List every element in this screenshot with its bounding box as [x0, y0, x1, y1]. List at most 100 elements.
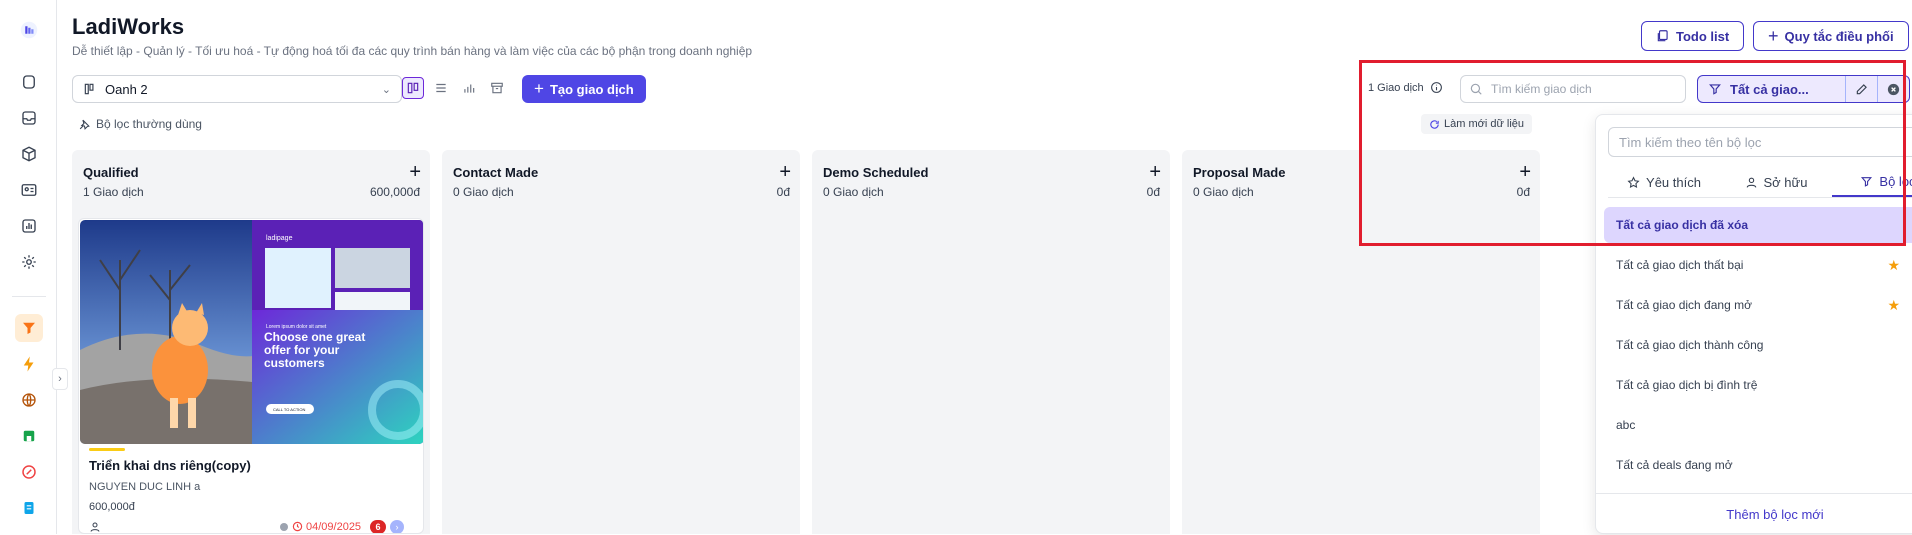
clear-filter-button[interactable] — [1877, 76, 1909, 102]
column-title: Contact Made — [453, 165, 539, 180]
settings-icon[interactable] — [17, 250, 41, 274]
info-icon[interactable] — [1430, 81, 1443, 94]
tab-filters-label: Bộ lọc — [1879, 174, 1912, 189]
copy-icon[interactable] — [17, 70, 41, 94]
filter-option[interactable]: Tất cả giao dịch bị đình trệ — [1604, 367, 1912, 403]
filter-icon — [1861, 177, 1873, 187]
column-count: 1 Giao dịch — [83, 185, 144, 199]
globe-icon[interactable] — [17, 388, 41, 412]
link-icon[interactable] — [17, 460, 41, 484]
filter-option-label: abc — [1616, 418, 1636, 432]
list-view-toggle[interactable] — [430, 77, 452, 99]
create-deal-label: Tạo giao dịch — [549, 81, 634, 97]
kanban-view-icon — [407, 82, 419, 94]
filter-option[interactable]: Tất cả giao dịch đã xóa — [1604, 207, 1912, 243]
report-icon[interactable] — [17, 214, 41, 238]
filter-select-button[interactable]: Tất cả giao... — [1698, 76, 1845, 102]
tab-favorites[interactable]: Yêu thích — [1608, 168, 1720, 197]
inbox-icon[interactable] — [17, 106, 41, 130]
tab-favorites-label: Yêu thích — [1646, 175, 1701, 190]
contact-card-icon[interactable] — [17, 178, 41, 202]
column-amount: 0đ — [1146, 185, 1160, 199]
routing-rules-button[interactable]: + Quy tắc điều phối — [1753, 21, 1909, 51]
box-icon[interactable] — [17, 142, 41, 166]
add-filter-button[interactable]: Thêm bộ lọc mới — [1596, 493, 1912, 535]
page-title: LadiWorks — [72, 14, 185, 39]
filter-search-input[interactable]: Tìm kiếm theo tên bộ lọc — [1608, 127, 1912, 157]
saved-filters-label: Bộ lọc thường dùng — [96, 117, 202, 131]
star-filled-icon[interactable]: ★ — [1887, 297, 1900, 314]
main-content: LadiWorks Dễ thiết lập - Quản lý - Tối ư… — [57, 0, 1912, 534]
archive-view-toggle[interactable] — [486, 77, 508, 99]
image-cta-text: CALL TO ACTION — [273, 407, 305, 412]
filter-option-label: Tất cả giao dịch đã xóa — [1616, 218, 1749, 232]
deal-due-date: 04/09/2025 — [306, 521, 362, 533]
filter-option-label: Tất cả deals đang mở — [1616, 458, 1733, 472]
deal-search-input[interactable]: Tìm kiếm giao dịch — [1460, 75, 1686, 103]
chevron-right-icon[interactable]: › — [390, 520, 404, 533]
app-logo-icon[interactable] — [17, 18, 41, 42]
tab-owned-label: Sở hữu — [1763, 175, 1808, 190]
routing-rules-label: Quy tắc điều phối — [1784, 28, 1894, 44]
filter-option-label: Tất cả giao dịch thất bại — [1616, 258, 1744, 272]
column-count: 0 Giao dịch — [823, 185, 884, 199]
deal-title[interactable]: Triển khai dns riêng(copy) — [89, 458, 251, 473]
deal-value: 600,000đ — [89, 501, 135, 513]
store-icon[interactable] — [17, 424, 41, 448]
deal-card-image: ladipage Lorem ipsum dolor sit amet Choo… — [80, 220, 423, 444]
filter-option[interactable]: Tất cả deals đang mở — [1604, 447, 1912, 483]
todo-list-label: Todo list — [1676, 28, 1730, 44]
funnel-icon[interactable] — [15, 314, 43, 342]
star-outline-icon — [1627, 176, 1640, 189]
column-amount: 0đ — [776, 185, 790, 199]
chart-view-toggle[interactable] — [458, 77, 480, 99]
tab-filters[interactable]: Bộ lọc — [1832, 168, 1912, 197]
user-icon — [1746, 177, 1756, 188]
archive-icon — [491, 82, 503, 94]
filter-option[interactable]: abc — [1604, 407, 1912, 443]
create-deal-button[interactable]: + Tạo giao dịch — [522, 75, 646, 103]
deal-priority-bar — [89, 448, 125, 451]
add-deal-plus-icon[interactable]: + — [1519, 162, 1531, 182]
filter-icon — [1709, 84, 1721, 95]
filter-selector[interactable]: Tất cả giao... — [1697, 75, 1910, 103]
filter-option-label: Tất cả giao dịch bị đình trệ — [1616, 378, 1758, 392]
pipeline-select-value: Oanh 2 — [105, 81, 148, 97]
deal-card[interactable]: ladipage Lorem ipsum dolor sit amet Choo… — [78, 218, 424, 534]
kanban-icon — [84, 83, 94, 95]
refresh-data-button[interactable]: Làm mới dữ liệu — [1421, 114, 1532, 134]
filter-search-placeholder: Tìm kiếm theo tên bộ lọc — [1619, 134, 1762, 150]
pencil-icon — [1856, 84, 1867, 95]
clock-icon — [292, 521, 303, 532]
column-amount: 0đ — [1516, 185, 1530, 199]
edit-filter-button[interactable] — [1845, 76, 1877, 102]
star-filled-icon[interactable]: ★ — [1887, 257, 1900, 274]
column-count: 0 Giao dịch — [453, 185, 514, 199]
plus-icon: + — [1768, 25, 1779, 46]
saved-filters-link[interactable]: Bộ lọc thường dùng — [78, 117, 202, 131]
kanban-view-toggle[interactable] — [402, 77, 424, 99]
filter-option[interactable]: Tất cả giao dịch thành công — [1604, 327, 1912, 363]
todo-list-button[interactable]: Todo list — [1641, 21, 1745, 51]
add-deal-plus-icon[interactable]: + — [779, 162, 791, 182]
refresh-label: Làm mới dữ liệu — [1444, 118, 1524, 130]
lightning-icon[interactable] — [17, 352, 41, 376]
list-icon — [436, 83, 446, 93]
add-deal-plus-icon[interactable]: + — [409, 162, 421, 182]
sidebar — [0, 0, 57, 534]
deal-card-footer: 04/09/2025 6 › — [89, 520, 415, 533]
deal-count: 1 Giao dịch — [1368, 81, 1443, 94]
column-title: Demo Scheduled — [823, 165, 929, 180]
book-icon[interactable] — [17, 496, 41, 520]
filter-option[interactable]: Tất cả giao dịch thất bại ★ — [1604, 247, 1912, 283]
plus-icon: + — [534, 79, 544, 98]
user-icon[interactable] — [89, 521, 101, 533]
column-amount: 600,000đ — [369, 185, 420, 199]
image-brand-text: ladipage — [266, 235, 293, 242]
pipeline-select[interactable]: Oanh 2 ⌄ — [72, 75, 402, 103]
add-deal-plus-icon[interactable]: + — [1149, 162, 1161, 182]
close-circle-icon — [1887, 83, 1900, 95]
filter-option[interactable]: Tất cả giao dịch đang mở ★ — [1604, 287, 1912, 323]
tab-owned[interactable]: Sở hữu — [1720, 168, 1832, 197]
image-headline-text: Choose one great offer for your customer… — [264, 331, 366, 370]
